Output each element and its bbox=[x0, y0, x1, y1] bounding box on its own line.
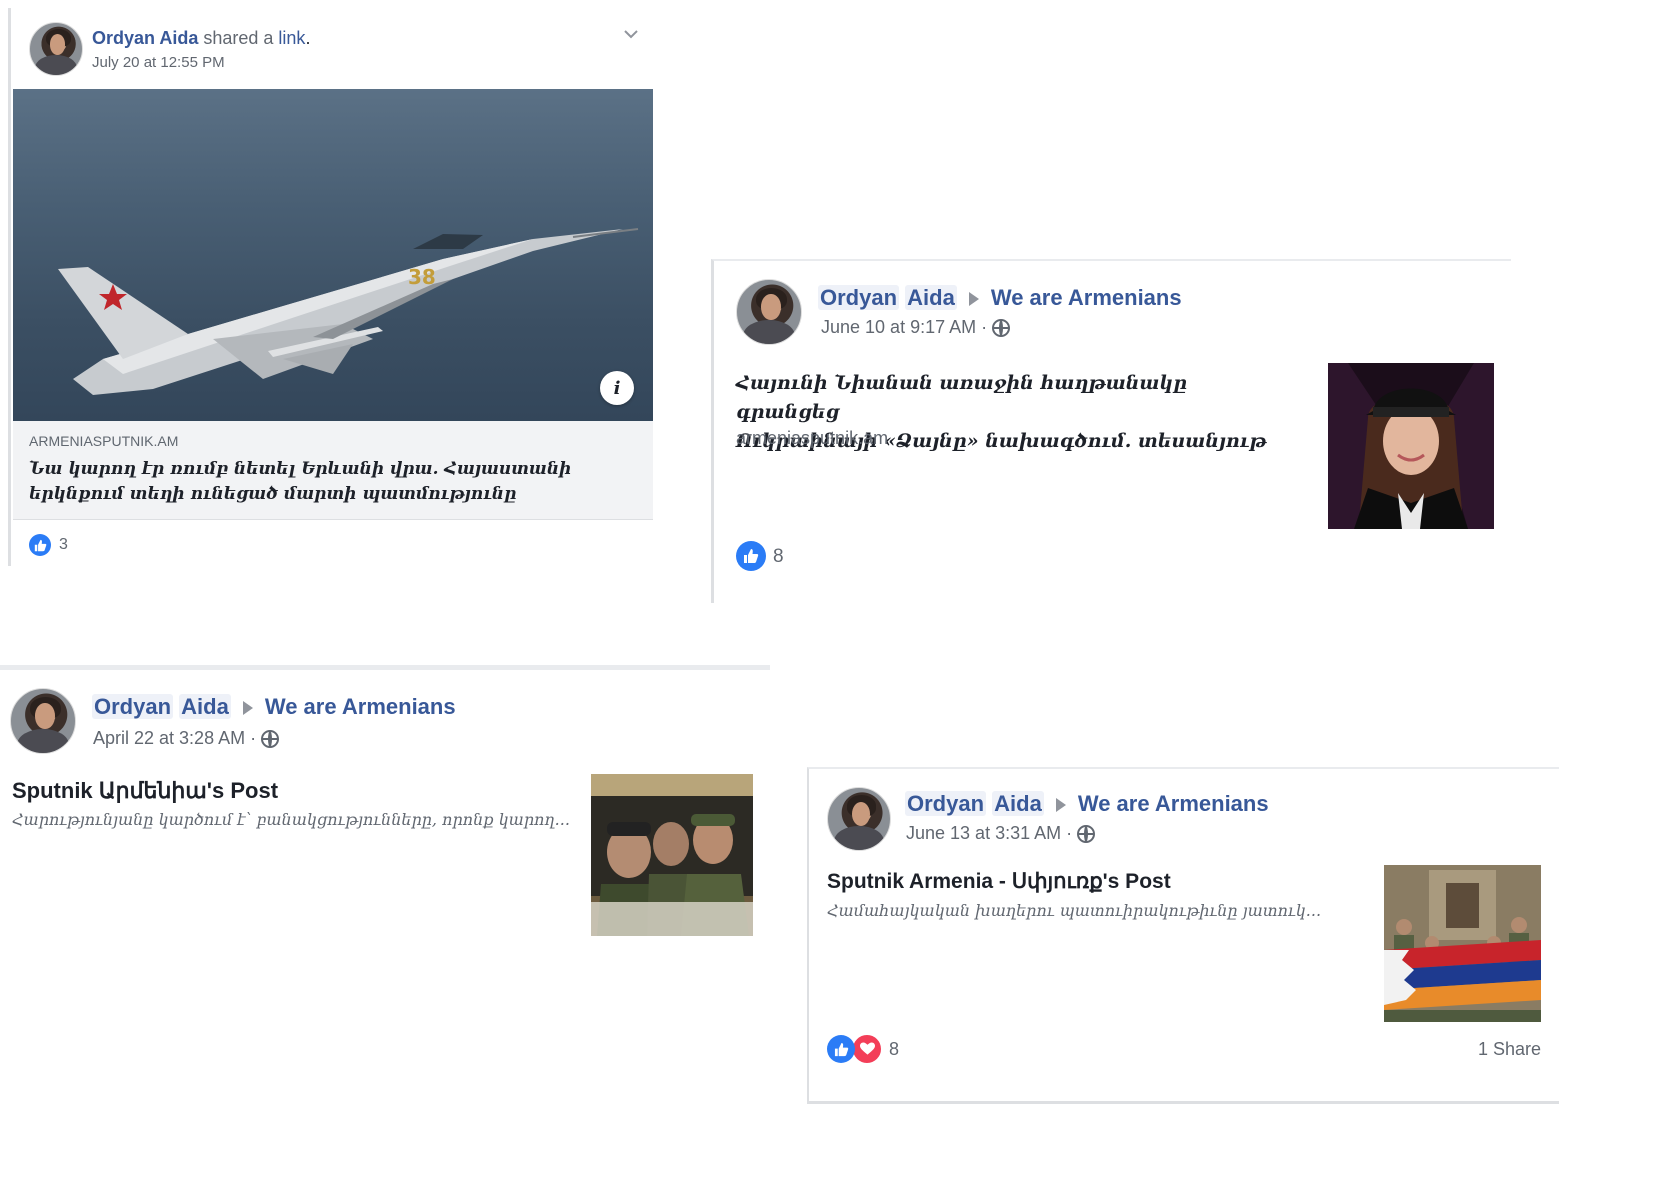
love-icon bbox=[851, 1033, 883, 1065]
post-header: Ordyan Aida shared a link. bbox=[92, 28, 310, 49]
post-meta: April 22 at 3:28 AM · bbox=[93, 728, 280, 749]
arrow-right-icon bbox=[1055, 798, 1066, 813]
shared-post-title[interactable]: Sputnik Armenia - Սփյուռք's Post bbox=[827, 869, 1171, 894]
jet-number: 38 bbox=[408, 265, 436, 289]
action-text: shared a bbox=[198, 28, 279, 48]
author-name-link[interactable]: Ordyan Aida bbox=[92, 28, 198, 48]
like-icon bbox=[736, 541, 766, 571]
link-preview-image[interactable]: 38 i bbox=[13, 89, 653, 421]
link-caption[interactable]: ARMENIASPUTNIK.AM Նա կարող էր ռումբ նետե… bbox=[13, 421, 653, 520]
globe-icon[interactable] bbox=[261, 730, 280, 749]
group-name-link[interactable]: We are Armenians bbox=[265, 694, 456, 719]
post-meta: June 10 at 9:17 AM · bbox=[821, 317, 1011, 338]
arrow-right-icon bbox=[242, 701, 253, 716]
period: . bbox=[305, 28, 311, 48]
post-card-1: Ordyan Aida shared a link. July 20 at 12… bbox=[8, 8, 655, 566]
share-count[interactable]: 1 Share bbox=[1478, 1039, 1541, 1060]
info-icon[interactable]: i bbox=[600, 371, 634, 405]
link-title: Նա կարող էր ռումբ նետել Երևանի վրա. Հայա… bbox=[29, 459, 572, 504]
author-avatar[interactable] bbox=[10, 688, 76, 754]
like-icon bbox=[827, 1035, 855, 1063]
post-card-3: Ordyan Aida We are Armenians April 22 at … bbox=[0, 665, 770, 980]
shared-post-thumbnail[interactable] bbox=[591, 774, 753, 936]
separator: · bbox=[981, 317, 988, 337]
shared-post-title[interactable]: Sputnik Արմենիա's Post bbox=[12, 778, 278, 804]
link-word[interactable]: link bbox=[278, 28, 305, 48]
post-card-4: Ordyan Aida We are Armenians June 13 at 3… bbox=[807, 767, 1559, 1104]
author-last-name[interactable]: Aida bbox=[905, 285, 957, 310]
separator: · bbox=[250, 728, 257, 748]
author-avatar[interactable] bbox=[736, 279, 802, 345]
link-title-line-1: Հայունի Նիանան առաջին հաղթանակը գրանցեց bbox=[736, 372, 1188, 423]
like-icon bbox=[29, 534, 51, 556]
chevron-down-icon[interactable] bbox=[624, 26, 638, 39]
shared-post-thumbnail[interactable] bbox=[1384, 865, 1541, 1022]
group-name-link[interactable]: We are Armenians bbox=[991, 285, 1182, 310]
arrow-right-icon bbox=[968, 292, 979, 307]
post-timestamp[interactable]: April 22 at 3:28 AM bbox=[93, 728, 245, 748]
author-avatar[interactable] bbox=[827, 787, 891, 851]
post-header: Ordyan Aida We are Armenians bbox=[818, 285, 1182, 311]
link-domain: armeniasputnik.am bbox=[736, 428, 889, 448]
shared-post-snippet: Համահայկական խաղերու պատուիրակութիւնը յա… bbox=[827, 901, 1322, 920]
separator: · bbox=[1066, 823, 1073, 843]
link-thumbnail[interactable] bbox=[1328, 363, 1494, 529]
post-timestamp[interactable]: June 10 at 9:17 AM bbox=[821, 317, 976, 337]
bunker-photo bbox=[591, 774, 753, 936]
post-timestamp[interactable]: June 13 at 3:31 AM bbox=[906, 823, 1061, 843]
author-first-name[interactable]: Ordyan bbox=[905, 791, 987, 816]
group-name-link[interactable]: We are Armenians bbox=[1078, 791, 1269, 816]
link-domain: ARMENIASPUTNIK.AM bbox=[29, 433, 179, 449]
globe-icon[interactable] bbox=[1077, 825, 1096, 844]
like-count[interactable]: 3 bbox=[59, 536, 68, 554]
post-card-2: Ordyan Aida We are Armenians June 10 at 9… bbox=[711, 259, 1511, 603]
author-avatar[interactable] bbox=[29, 22, 83, 76]
author-last-name[interactable]: Aida bbox=[992, 791, 1044, 816]
flag-group-photo bbox=[1384, 865, 1541, 1022]
jet-illustration: 38 bbox=[58, 228, 639, 395]
post-header: Ordyan Aida We are Armenians bbox=[92, 694, 456, 720]
post-header: Ordyan Aida We are Armenians bbox=[905, 791, 1269, 817]
like-count[interactable]: 8 bbox=[773, 546, 784, 568]
globe-icon[interactable] bbox=[992, 319, 1011, 338]
post-meta: June 13 at 3:31 AM · bbox=[906, 823, 1096, 844]
girl-portrait bbox=[1328, 363, 1494, 529]
author-first-name[interactable]: Ordyan bbox=[92, 694, 174, 719]
author-first-name[interactable]: Ordyan bbox=[818, 285, 900, 310]
author-last-name[interactable]: Aida bbox=[179, 694, 231, 719]
reaction-count[interactable]: 8 bbox=[889, 1039, 899, 1060]
shared-post-snippet: Հարությունյանը կարծում է՝ բանակցությունն… bbox=[12, 810, 570, 829]
post-timestamp[interactable]: July 20 at 12:55 PM bbox=[92, 54, 225, 71]
